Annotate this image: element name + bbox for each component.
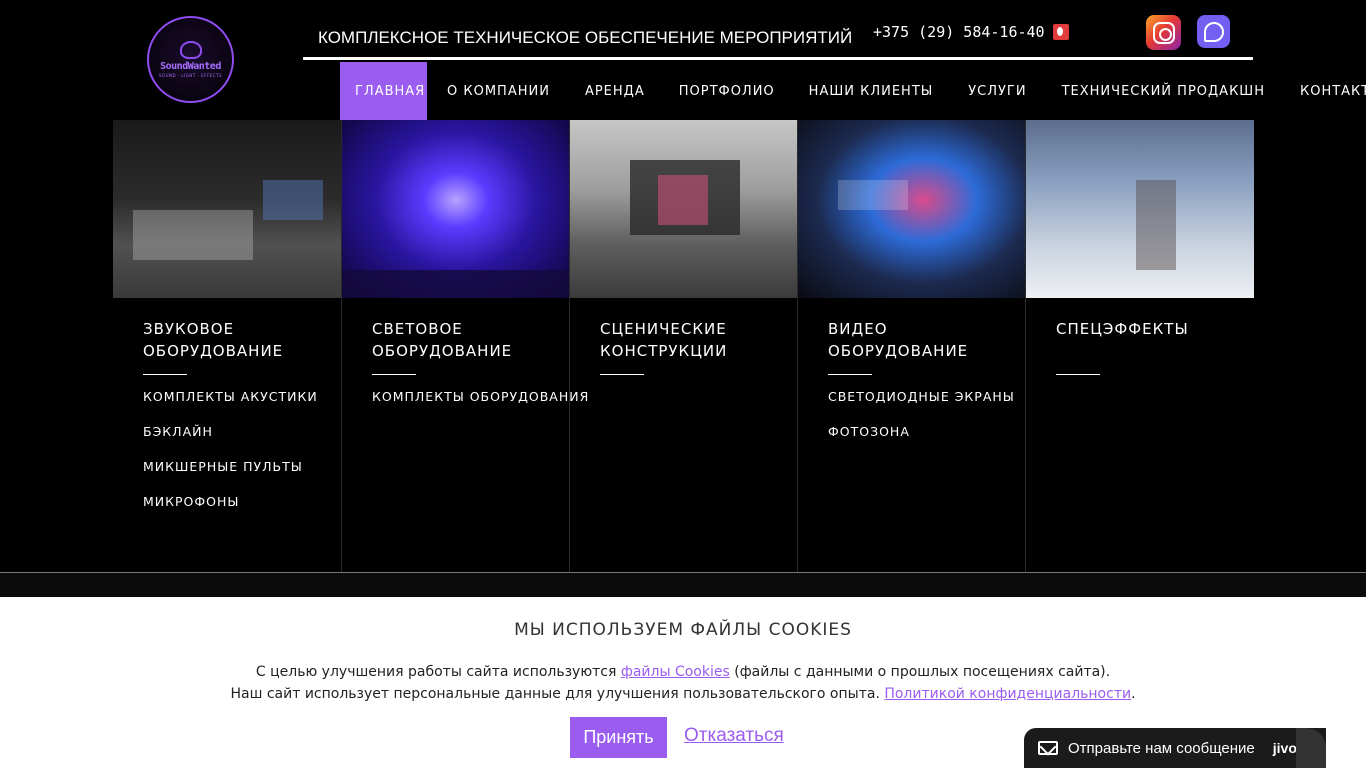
header-divider — [303, 57, 1253, 60]
category-links: КОМПЛЕКТЫ ОБОРУДОВАНИЯ — [372, 386, 589, 421]
logo-mark-icon — [179, 41, 202, 59]
category-image-sound[interactable] — [113, 120, 341, 298]
site-tagline: КОМПЛЕКСНОЕ ТЕХНИЧЕСКОЕ ОБЕСПЕЧЕНИЕ МЕРО… — [318, 28, 853, 47]
category-link[interactable]: СВЕТОДИОДНЫЕ ЭКРАНЫ — [828, 386, 1015, 421]
category-image-light[interactable] — [342, 120, 570, 298]
logo-text: SoundWanted — [160, 61, 221, 72]
cookies-link[interactable]: файлы Cookies — [621, 664, 730, 680]
privacy-policy-link[interactable]: Политикой конфиденциальности — [884, 686, 1131, 702]
mail-icon — [1038, 741, 1058, 755]
category-stage: СЦЕНИЧЕСКИЕ КОНСТРУКЦИИ — [569, 120, 798, 572]
page: SoundWanted SOUND · LIGHT · EFFECTS КОМП… — [0, 0, 1366, 768]
category-effects: СПЕЦЭФФЕКТЫ — [1025, 120, 1254, 572]
phone-text: +375 (29) 584-16-40 — [873, 23, 1045, 41]
category-link[interactable]: КОМПЛЕКТЫ ОБОРУДОВАНИЯ — [372, 386, 589, 421]
cookie-title: МЫ ИСПОЛЬЗУЕМ ФАЙЛЫ COOKIES — [514, 620, 852, 640]
category-divider — [372, 374, 416, 375]
nav-item-rent[interactable]: АРЕНДА — [585, 62, 645, 120]
category-link[interactable]: МИКРОФОНЫ — [143, 491, 318, 526]
category-title[interactable]: СВЕТОВОЕ ОБОРУДОВАНИЕ — [372, 318, 552, 362]
nav-item-portfolio[interactable]: ПОРТФОЛИО — [679, 62, 775, 120]
category-light: СВЕТОВОЕ ОБОРУДОВАНИЕ КОМПЛЕКТЫ ОБОРУДОВА… — [341, 120, 588, 572]
logo-subtext: SOUND · LIGHT · EFFECTS — [158, 73, 223, 78]
logo[interactable]: SoundWanted SOUND · LIGHT · EFFECTS — [147, 16, 234, 103]
nav-item-tech-production[interactable]: ТЕХНИЧЕСКИЙ ПРОДАКШН — [1062, 62, 1265, 120]
category-image-effects[interactable] — [1026, 120, 1254, 298]
nav-item-clients[interactable]: НАШИ КЛИЕНТЫ — [809, 62, 934, 120]
site-header: SoundWanted SOUND · LIGHT · EFFECTS КОМП… — [0, 0, 1366, 120]
category-link[interactable]: КОМПЛЕКТЫ АКУСТИКИ — [143, 386, 318, 421]
category-title[interactable]: СПЕЦЭФФЕКТЫ — [1056, 318, 1236, 340]
viber-icon[interactable] — [1197, 15, 1230, 48]
category-video: ВИДЕО ОБОРУДОВАНИЕ СВЕТОДИОДНЫЕ ЭКРАНЫ ФО… — [797, 120, 1026, 572]
accept-cookies-button[interactable]: Принять — [570, 717, 667, 758]
category-image-video[interactable] — [798, 120, 1026, 298]
category-title[interactable]: ВИДЕО ОБОРУДОВАНИЕ — [828, 318, 1008, 362]
chat-brand-logo: jivo — [1272, 740, 1297, 756]
category-title[interactable]: СЦЕНИЧЕСКИЕ КОНСТРУКЦИИ — [600, 318, 780, 362]
nav-item-about[interactable]: О КОМПАНИИ — [447, 62, 550, 120]
nav-item-contacts[interactable]: КОНТАКТЫ — [1300, 62, 1366, 120]
chat-avatar — [1296, 728, 1326, 768]
phone-number[interactable]: +375 (29) 584-16-40 — [873, 23, 1069, 41]
decline-cookies-link[interactable]: Отказаться — [684, 725, 784, 747]
category-divider — [600, 374, 644, 375]
category-divider — [1056, 374, 1100, 375]
category-divider — [828, 374, 872, 375]
nav-item-services[interactable]: УСЛУГИ — [968, 62, 1026, 120]
main-nav: ГЛАВНАЯ О КОМПАНИИ АРЕНДА ПОРТФОЛИО НАШИ… — [340, 62, 1366, 120]
nav-item-home[interactable]: ГЛАВНАЯ — [340, 62, 427, 120]
category-title[interactable]: ЗВУКОВОЕ ОБОРУДОВАНИЕ — [143, 318, 323, 362]
chat-widget[interactable]: Отправьте нам сообщение jivo — [1024, 728, 1326, 768]
category-divider — [143, 374, 187, 375]
cookie-text: С целью улучшения работы сайта использую… — [230, 664, 1136, 702]
instagram-icon[interactable] — [1146, 15, 1181, 50]
chat-widget-text: Отправьте нам сообщение — [1068, 739, 1255, 757]
category-link[interactable]: МИКШЕРНЫЕ ПУЛЬТЫ — [143, 456, 318, 491]
category-link[interactable]: ФОТОЗОНА — [828, 421, 1015, 456]
category-image-stage[interactable] — [570, 120, 798, 298]
category-sound: ЗВУКОВОЕ ОБОРУДОВАНИЕ КОМПЛЕКТЫ АКУСТИКИ … — [113, 120, 341, 572]
category-link[interactable]: БЭКЛАЙН — [143, 421, 318, 456]
category-links: КОМПЛЕКТЫ АКУСТИКИ БЭКЛАЙН МИКШЕРНЫЕ ПУЛ… — [143, 386, 318, 526]
category-grid: ЗВУКОВОЕ ОБОРУДОВАНИЕ КОМПЛЕКТЫ АКУСТИКИ … — [113, 120, 1254, 572]
operator-icon — [1052, 24, 1069, 40]
footer-band — [0, 573, 1366, 597]
category-links: СВЕТОДИОДНЫЕ ЭКРАНЫ ФОТОЗОНА — [828, 386, 1015, 456]
